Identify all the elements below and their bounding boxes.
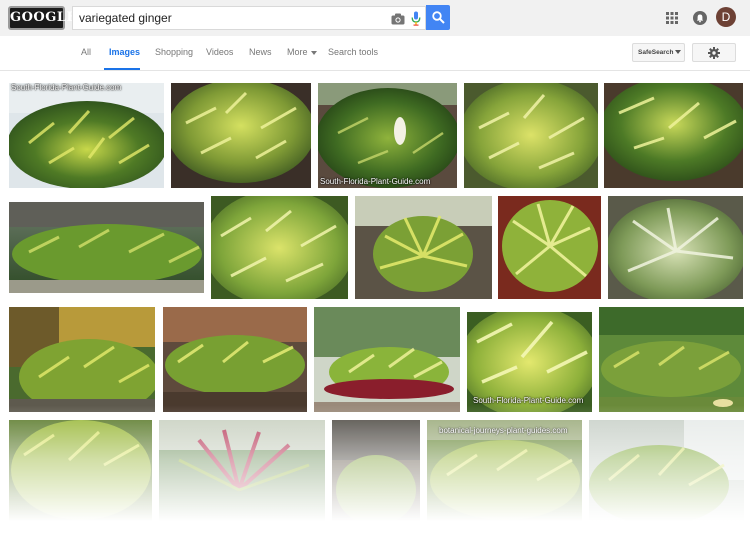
notifications-icon[interactable]: [692, 10, 707, 25]
chevron-down-icon: [310, 50, 317, 55]
image-result[interactable]: South-Florida-Plant-Guide.com: [467, 312, 592, 412]
image-result[interactable]: [332, 420, 420, 530]
image-result[interactable]: [9, 420, 152, 530]
image-source-caption: botanical-journeys-plant-guides.com: [439, 426, 568, 435]
image-result[interactable]: [314, 307, 460, 412]
image-source-caption: South-Florida-Plant-Guide.com: [11, 83, 122, 92]
top-bar: GOOGLE variegated ginger D: [0, 0, 750, 36]
image-result[interactable]: [163, 307, 307, 412]
search-box[interactable]: [72, 6, 426, 30]
tab-more-label: More: [287, 47, 308, 57]
tab-search-tools[interactable]: Search tools: [328, 47, 378, 57]
image-result[interactable]: [9, 202, 204, 293]
google-logo[interactable]: GOOGLE: [8, 6, 76, 30]
image-result[interactable]: [608, 196, 743, 299]
search-button[interactable]: [426, 5, 450, 30]
image-result[interactable]: [604, 83, 743, 188]
apps-grid-icon[interactable]: [664, 10, 680, 26]
search-nav: All Images Shopping Videos News More Sea…: [0, 36, 750, 71]
mic-icon[interactable]: [409, 10, 423, 27]
search-input[interactable]: [79, 10, 379, 26]
tab-all[interactable]: All: [81, 47, 91, 57]
image-source-caption: South-Florida-Plant-Guide.com: [320, 177, 431, 186]
image-result[interactable]: [355, 196, 492, 299]
image-result[interactable]: [171, 83, 311, 188]
image-result[interactable]: [211, 196, 348, 299]
tab-more[interactable]: More: [287, 47, 317, 57]
chevron-down-icon: [675, 50, 682, 55]
image-result[interactable]: South-Florida-Plant-Guide.com: [9, 83, 164, 188]
gear-icon: [708, 46, 720, 59]
tab-images[interactable]: Images: [109, 47, 140, 57]
active-tab-indicator: [104, 68, 140, 70]
image-result[interactable]: [464, 83, 598, 188]
avatar[interactable]: D: [716, 7, 736, 27]
image-result[interactable]: [498, 196, 601, 299]
image-result[interactable]: botanical-journeys-plant-guides.com: [427, 420, 582, 530]
image-result[interactable]: [159, 420, 325, 530]
tab-videos[interactable]: Videos: [206, 47, 233, 57]
image-result[interactable]: South-Florida-Plant-Guide.com: [318, 83, 457, 188]
image-result[interactable]: [599, 307, 744, 412]
settings-button[interactable]: [692, 43, 736, 62]
safesearch-button[interactable]: SafeSearch: [632, 43, 685, 62]
image-source-caption: South-Florida-Plant-Guide.com: [473, 396, 584, 405]
safesearch-label: SafeSearch: [638, 49, 674, 56]
camera-icon[interactable]: [389, 10, 407, 27]
search-icon: [431, 11, 445, 24]
tab-news[interactable]: News: [249, 47, 272, 57]
image-result[interactable]: [9, 307, 155, 412]
image-result[interactable]: [589, 420, 744, 530]
tab-shopping[interactable]: Shopping: [155, 47, 193, 57]
